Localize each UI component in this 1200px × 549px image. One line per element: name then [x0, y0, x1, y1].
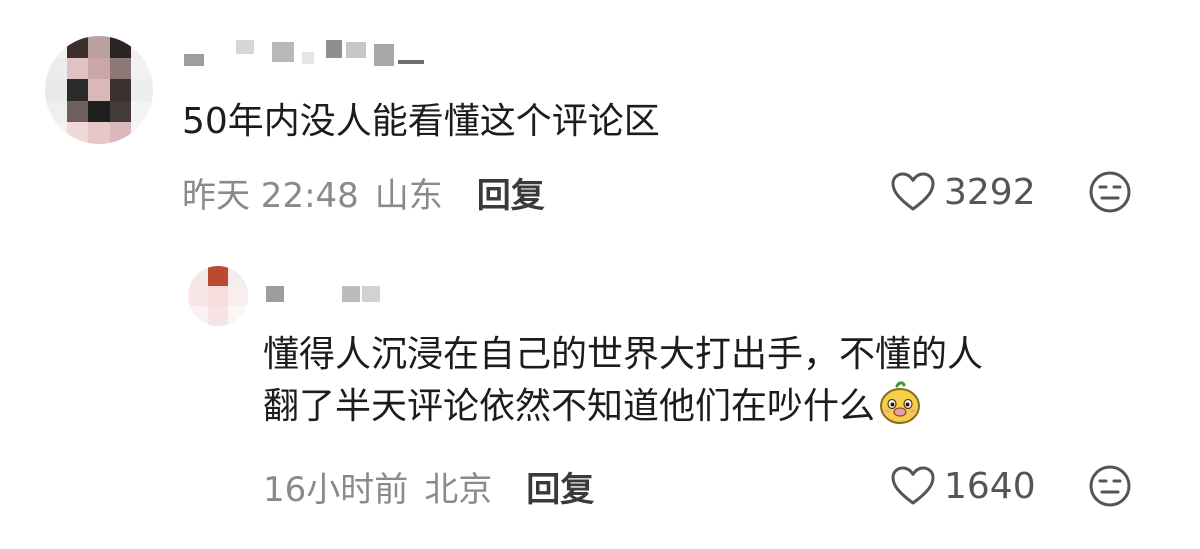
reply-text-line: 懂得人沉浸在自己的世界大打出手，不懂的人 — [263, 334, 984, 375]
like-count: 3292 — [944, 171, 1036, 213]
like-count: 1640 — [944, 465, 1036, 507]
cartoon-mascot-emoji — [880, 381, 921, 424]
reply-button[interactable]: 回复 — [477, 168, 545, 217]
heart-outline-icon — [891, 466, 935, 505]
reply-time: 16小时前 — [263, 469, 409, 510]
heart-outline-icon — [891, 172, 935, 211]
reply-text-line: 翻了半天评论依然不知道他们在吵什么 — [263, 380, 983, 432]
like-button[interactable]: 1640 — [890, 462, 1036, 510]
comment-text: 50年内没人能看懂这个评论区 — [182, 101, 660, 142]
reply-text-line-content: 翻了半天评论依然不知道他们在吵什么 — [263, 386, 876, 427]
meh-face-icon[interactable] — [1088, 170, 1132, 214]
comment-time: 昨天 22:48 — [182, 175, 359, 216]
reply-button[interactable]: 回复 — [526, 462, 594, 511]
like-button[interactable]: 3292 — [890, 168, 1036, 216]
reply-location: 北京 — [424, 469, 493, 510]
avatar[interactable] — [188, 266, 248, 326]
comment-meta: 昨天 22:48 山东 回复 — [182, 168, 545, 216]
meh-face-icon[interactable] — [1088, 464, 1132, 508]
comment-location: 山东 — [374, 175, 443, 216]
reply-text: 懂得人沉浸在自己的世界大打出手，不懂的人 翻了半天评论依然不知道他们在吵什么 — [263, 330, 983, 432]
reply-meta: 16小时前 北京 回复 — [263, 462, 594, 510]
username[interactable] — [264, 284, 394, 318]
avatar[interactable] — [45, 36, 153, 144]
username[interactable] — [180, 36, 440, 70]
